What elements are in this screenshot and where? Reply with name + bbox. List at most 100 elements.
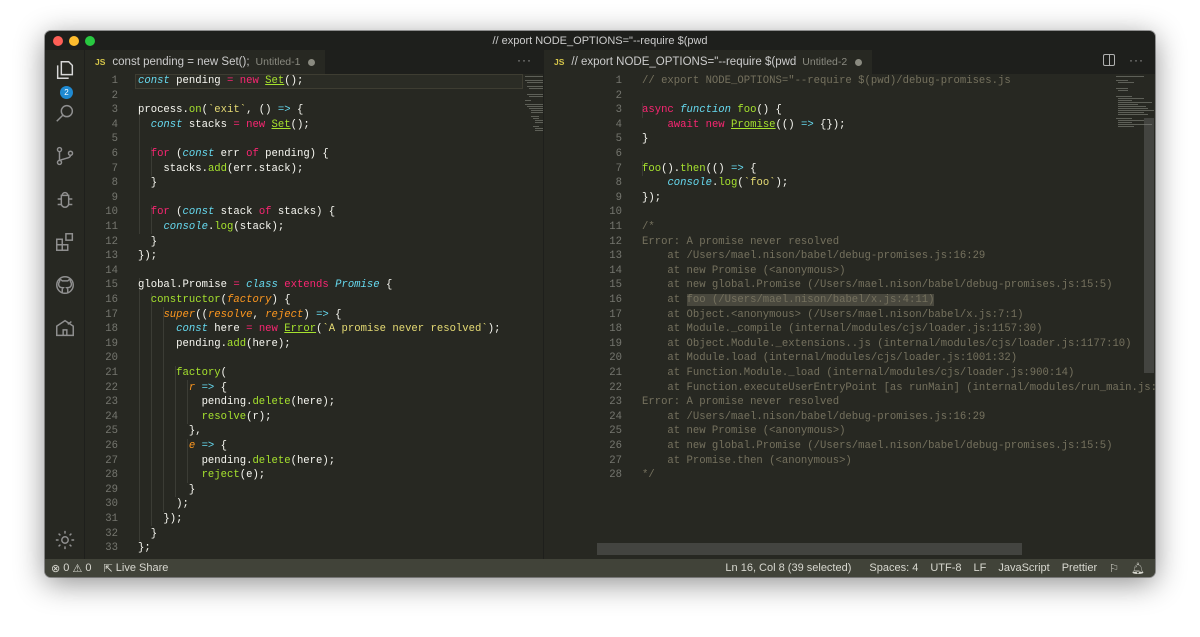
- line-number: 28: [105, 469, 118, 482]
- code-line: 23 Error: A promise never resolved: [544, 395, 1155, 410]
- search-icon[interactable]: [53, 101, 77, 125]
- code-line: 19 at Object.Module._extensions..js (int…: [544, 337, 1155, 352]
- horizontal-scrollbar[interactable]: [597, 543, 1022, 555]
- line-number: 18: [609, 323, 622, 336]
- window-title: // export NODE_OPTIONS="--require $(pwd: [492, 34, 708, 47]
- error-icon: ⊗: [51, 562, 64, 575]
- minimap-line: [535, 130, 543, 131]
- line-number: 4: [615, 118, 622, 131]
- code-editor-right[interactable]: 1// export NODE_OPTIONS="--require $(pwd…: [544, 74, 1155, 559]
- encoding-setting[interactable]: UTF-8: [924, 562, 967, 574]
- code-line: 11 console.log(stack);: [85, 220, 543, 235]
- minimap-line: [527, 82, 543, 83]
- split-editor-icon[interactable]: [1103, 54, 1115, 66]
- code-line: 18 const here = new Error(`A promise nev…: [85, 322, 543, 337]
- window-controls: [53, 36, 95, 46]
- vscode-window: // export NODE_OPTIONS="--require $(pwd …: [45, 31, 1155, 577]
- javascript-file-icon: JS: [554, 57, 565, 67]
- line-number: 30: [105, 498, 118, 511]
- minimap-line: [1118, 110, 1154, 111]
- minimap-line: [531, 112, 543, 113]
- formatter-status[interactable]: Prettier: [1056, 562, 1103, 574]
- unsaved-dot-icon[interactable]: [855, 58, 863, 66]
- indentation-setting[interactable]: Spaces: 4: [863, 562, 924, 574]
- minimap-line: [533, 126, 539, 127]
- line-number: 4: [111, 118, 118, 131]
- code-line: 17 at Object.<anonymous> (/Users/mael.ni…: [544, 308, 1155, 323]
- vertical-scrollbar[interactable]: [1144, 118, 1154, 373]
- minimap-line: [529, 88, 543, 89]
- line-number: 10: [105, 206, 118, 219]
- tab-bar-right: JS // export NODE_OPTIONS="--require $(p…: [544, 50, 1155, 74]
- code-line: 9: [85, 191, 543, 206]
- code-line: 21 factory(: [85, 366, 543, 381]
- source-control-icon[interactable]: [53, 144, 77, 168]
- code-line: 26 at new global.Promise (/Users/mael.ni…: [544, 439, 1155, 454]
- line-number: 17: [105, 308, 118, 321]
- problems-indicator[interactable]: ⊗ 0 ⚠ 0: [45, 562, 98, 575]
- code-line: 21 at Function.Module._load (internal/mo…: [544, 366, 1155, 381]
- code-line: 26 e => {: [85, 439, 543, 454]
- code-editor-left[interactable]: 1 const pending = new Set(); 2 3 process.o…: [85, 74, 543, 559]
- line-number: 28: [609, 469, 622, 482]
- code-line: 7 stacks.add(err.stack);: [85, 162, 543, 177]
- tab-untitled-1[interactable]: JS const pending = new Set(); Untitled-1: [85, 50, 326, 74]
- minimap-line: [1118, 106, 1146, 107]
- minimap-line: [535, 120, 543, 121]
- github-icon[interactable]: [53, 273, 77, 297]
- feedback-icon[interactable]: ⚐: [1103, 562, 1125, 575]
- line-number: 15: [609, 279, 622, 292]
- line-number: 20: [609, 352, 622, 365]
- minimap-line: [1118, 108, 1148, 109]
- eol-setting[interactable]: LF: [967, 562, 992, 574]
- javascript-file-icon: JS: [95, 57, 106, 67]
- minimap-line: [1116, 118, 1132, 119]
- minimap-line: [535, 128, 543, 129]
- minimap-line: [1118, 122, 1132, 123]
- line-number: 17: [609, 308, 622, 321]
- language-mode[interactable]: JavaScript: [992, 562, 1055, 574]
- line-number: 13: [105, 250, 118, 263]
- line-number: 14: [105, 264, 118, 277]
- line-number: 24: [105, 410, 118, 423]
- code-line: 2: [85, 89, 543, 104]
- code-line: 9});: [544, 191, 1155, 206]
- minimize-window-button[interactable]: [69, 36, 79, 46]
- more-actions-button[interactable]: ···: [1129, 53, 1144, 67]
- code-line: 3 async function foo() {: [544, 103, 1155, 118]
- code-line: 27 pending.delete(here);: [85, 454, 543, 469]
- close-window-button[interactable]: [53, 36, 63, 46]
- code-line: 15 at new global.Promise (/Users/mael.ni…: [544, 278, 1155, 293]
- line-number: 33: [105, 542, 118, 555]
- minimap-line: [1116, 76, 1144, 77]
- minimap-line: [1116, 88, 1128, 89]
- line-number: 6: [615, 148, 622, 160]
- activity-bar: 2: [45, 50, 85, 559]
- minimap-line: [525, 100, 531, 101]
- line-number: 27: [609, 454, 622, 467]
- maximize-window-button[interactable]: [85, 36, 95, 46]
- line-number: 9: [615, 191, 622, 204]
- live-share-status[interactable]: ⇱ Live Share: [98, 562, 175, 575]
- line-number: 8: [615, 177, 622, 190]
- editor-pane-left: JS const pending = new Set(); Untitled-1…: [85, 50, 543, 559]
- more-actions-button[interactable]: ···: [517, 53, 532, 67]
- cursor-position[interactable]: Ln 16, Col 8 (39 selected): [719, 562, 857, 574]
- explorer-icon[interactable]: [53, 58, 77, 82]
- live-share-label: Live Share: [115, 562, 169, 574]
- live-share-icon[interactable]: [53, 316, 77, 340]
- extensions-icon[interactable]: [53, 230, 77, 254]
- minimap-line: [1118, 90, 1128, 91]
- code-line: 16 at foo (/Users/mael.nison/babel/x.js:…: [544, 293, 1155, 308]
- debug-icon[interactable]: [53, 187, 77, 211]
- settings-gear-icon[interactable]: [53, 528, 77, 552]
- minimap-left[interactable]: [523, 74, 543, 559]
- tab-untitled-2[interactable]: JS // export NODE_OPTIONS="--require $(p…: [544, 50, 873, 74]
- code-line: 17 super((resolve, reject) => {: [85, 308, 543, 323]
- unsaved-dot-icon[interactable]: [308, 58, 316, 66]
- code-line: 19 pending.add(here);: [85, 337, 543, 352]
- line-number: 31: [105, 513, 118, 525]
- line-number: 2: [615, 89, 622, 102]
- code-line: 14: [85, 264, 543, 279]
- notifications-bell-icon[interactable]: 🔔︎: [1125, 562, 1155, 575]
